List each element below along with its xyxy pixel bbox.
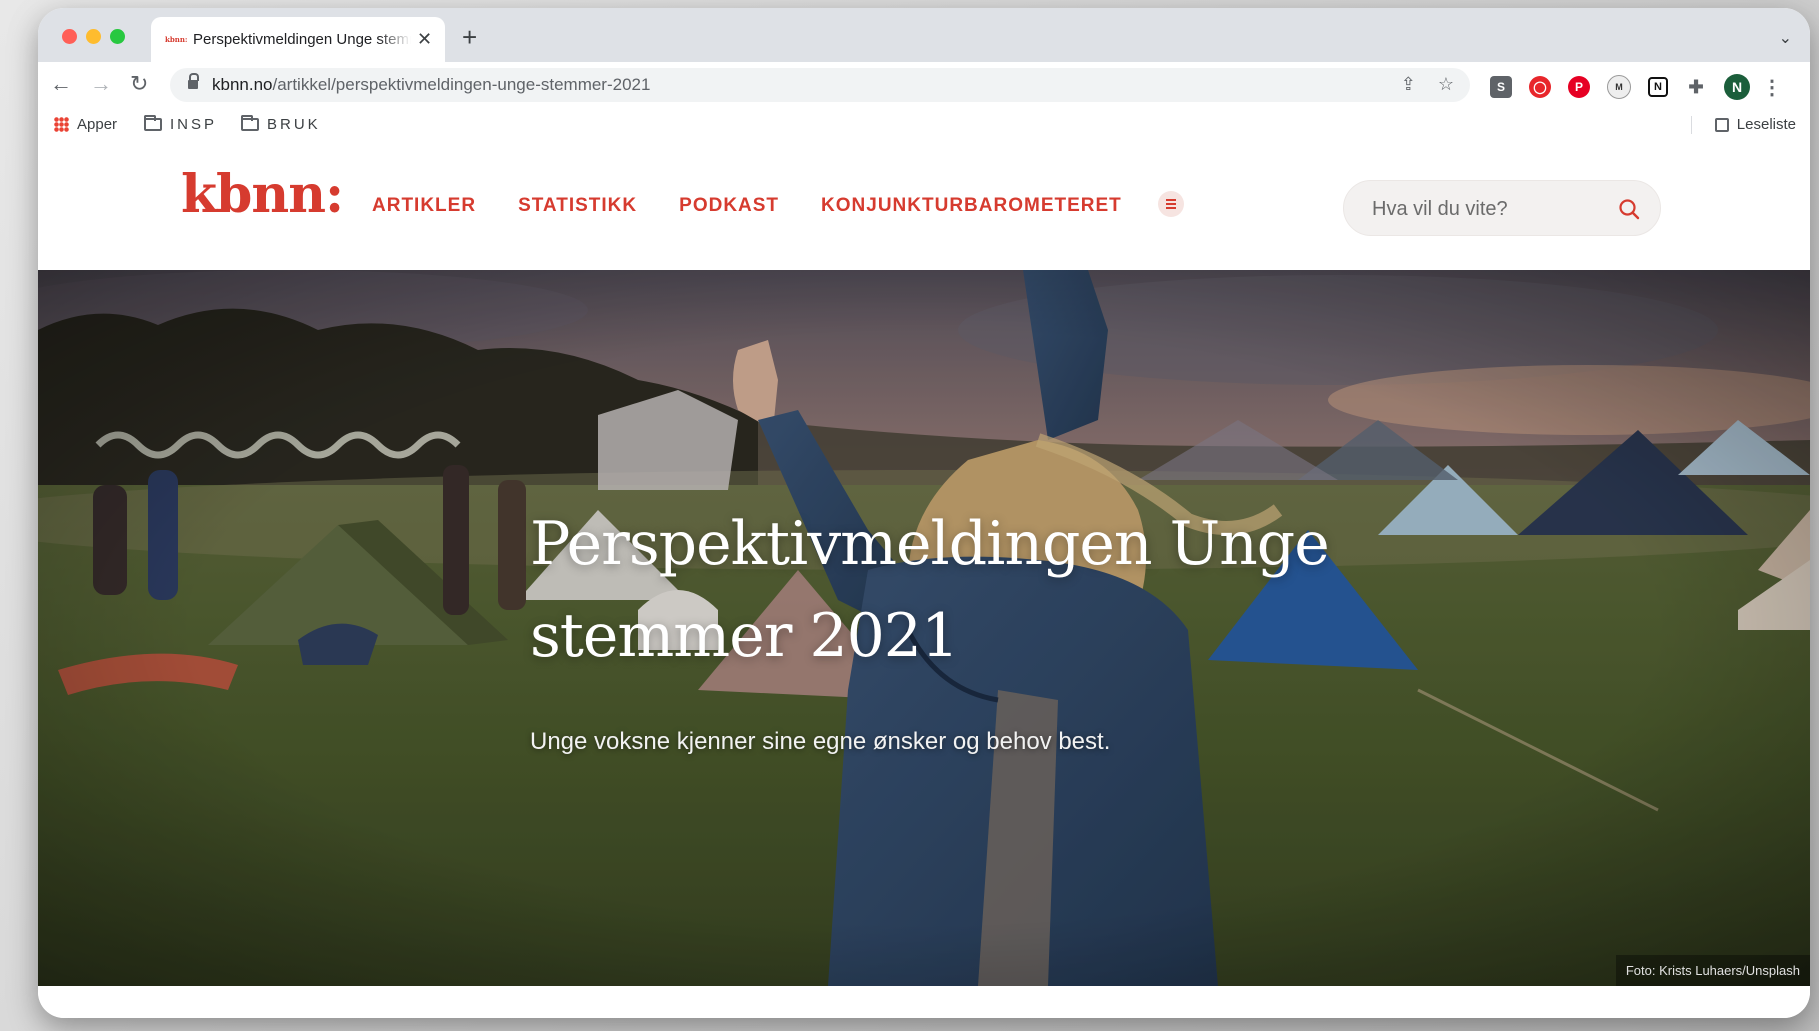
bookmark-star-icon[interactable]: ☆: [1438, 74, 1454, 95]
url-text[interactable]: kbnn.no/artikkel/perspektivmeldingen-ung…: [212, 75, 650, 95]
site-header: kbnn: ARTIKLER STATISTIKK PODKAST KONJUN…: [38, 142, 1810, 270]
bookmark-folder-bruk[interactable]: BRUK: [241, 115, 321, 133]
search-icon[interactable]: [1618, 198, 1640, 220]
notion-icon[interactable]: N: [1648, 77, 1668, 97]
nav-link-statistikk[interactable]: STATISTIKK: [518, 195, 637, 217]
browser-tab-active[interactable]: kbnn: Perspektivmeldingen Unge stemmer 2…: [151, 17, 445, 62]
article-lead: Unge voksne kjenner sine egne ønsker og …: [530, 728, 1111, 755]
bookmark-folder-insp[interactable]: INSP: [144, 115, 218, 133]
close-tab-icon[interactable]: ✕: [417, 29, 432, 50]
tab-title: Perspektivmeldingen Unge stemmer 2021: [193, 31, 411, 48]
site-logo[interactable]: kbnn:: [181, 164, 344, 225]
url-path: /artikkel/perspektivmeldingen-unge-stemm…: [272, 75, 651, 94]
backdrop: kbnn: Perspektivmeldingen Unge stemmer 2…: [0, 0, 1819, 1031]
apps-grid-icon: [54, 117, 69, 132]
search-box: [1343, 180, 1661, 236]
favicon-icon: kbnn:: [165, 34, 188, 44]
share-icon[interactable]: ⇪: [1401, 74, 1416, 95]
search-input[interactable]: [1370, 195, 1614, 223]
bookmark-label: BRUK: [267, 116, 321, 133]
extension-opera-icon[interactable]: ◯: [1529, 76, 1551, 98]
reading-list-button[interactable]: Leseliste: [1714, 116, 1796, 133]
lock-icon[interactable]: [188, 73, 199, 91]
profile-avatar[interactable]: N: [1724, 74, 1750, 100]
hero-banner: Perspektivmeldingen Unge stemmer 2021 Un…: [38, 270, 1810, 986]
url-host: kbnn.no: [212, 75, 273, 94]
forward-arrow-icon[interactable]: →: [90, 71, 112, 97]
extension-m-icon[interactable]: M: [1607, 75, 1631, 99]
folder-icon: [241, 115, 259, 131]
bookmark-label: Apper: [77, 116, 118, 133]
new-tab-button[interactable]: +: [462, 24, 477, 50]
browser-toolbar: ← → ↻ kbnn.no/artikkel/perspektivmelding…: [38, 62, 1810, 108]
article-title: Perspektivmeldingen Unge stemmer 2021: [530, 509, 1330, 671]
bookmarks-divider: [1691, 116, 1692, 134]
browser-window: kbnn: Perspektivmeldingen Unge stemmer 2…: [38, 8, 1810, 1018]
browser-menu-icon[interactable]: ⋮: [1762, 76, 1782, 99]
maximize-window-button[interactable]: [110, 29, 125, 44]
tab-strip: kbnn: Perspektivmeldingen Unge stemmer 2…: [38, 8, 1810, 62]
bookmarks-bar: Apper INSP BRUK Leseliste: [38, 108, 1810, 143]
back-arrow-icon[interactable]: ←: [50, 71, 72, 97]
nav-link-konjunkturbarometeret[interactable]: KONJUNKTURBAROMETERET: [821, 195, 1122, 217]
bookmark-apps[interactable]: Apper: [54, 116, 117, 133]
reload-icon[interactable]: ↻: [130, 71, 148, 97]
folder-icon: [144, 115, 162, 131]
main-navigation: ARTIKLER STATISTIKK PODKAST KONJUNKTURBA…: [372, 195, 1122, 217]
close-window-button[interactable]: [62, 29, 77, 44]
address-bar[interactable]: kbnn.no/artikkel/perspektivmeldingen-ung…: [170, 68, 1470, 102]
tab-search-chevron-icon[interactable]: ⌄: [1779, 28, 1792, 48]
extensions-puzzle-icon[interactable]: ✚: [1685, 76, 1707, 98]
extension-s-icon[interactable]: S: [1490, 76, 1512, 98]
nav-link-podkast[interactable]: PODKAST: [679, 195, 779, 217]
reading-list-label: Leseliste: [1736, 116, 1796, 133]
reading-list-icon: [1714, 117, 1729, 132]
hamburger-menu-icon[interactable]: [1158, 191, 1184, 217]
minimize-window-button[interactable]: [86, 29, 101, 44]
article-body-area: [38, 986, 1810, 1018]
photo-credit: Foto: Krists Luhaers/Unsplash: [1615, 955, 1810, 986]
nav-link-artikler[interactable]: ARTIKLER: [372, 195, 476, 217]
pinterest-icon[interactable]: P: [1568, 76, 1590, 98]
bookmark-label: INSP: [170, 116, 218, 133]
